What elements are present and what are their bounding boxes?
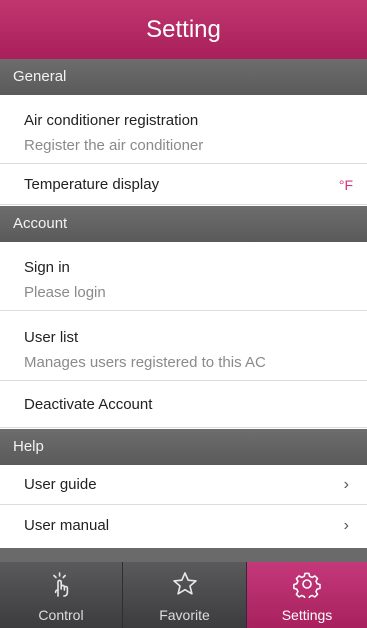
section-header-account: Account: [0, 206, 367, 242]
tab-settings[interactable]: Settings: [247, 562, 367, 628]
user-manual-title: User manual: [24, 517, 110, 534]
tab-settings-label: Settings: [281, 607, 333, 623]
list-bottom-divider: [0, 548, 367, 562]
temperature-unit-value: °F: [338, 177, 353, 193]
tab-control[interactable]: Control: [0, 562, 123, 628]
hand-tap-icon: [53, 572, 69, 597]
page-title: Setting: [146, 16, 221, 43]
tab-favorite-label: Favorite: [159, 607, 210, 623]
user-guide-row[interactable]: User guide ›: [0, 465, 367, 505]
ac-registration-title: Air conditioner registration: [24, 112, 199, 129]
deactivate-account-title: Deactivate Account: [24, 396, 153, 413]
section-header-general: General: [0, 59, 367, 95]
user-list-title: User list: [24, 329, 79, 346]
user-list-row[interactable]: User list Manages users registered to th…: [0, 312, 367, 381]
star-icon: [172, 572, 197, 595]
user-manual-row[interactable]: User manual ›: [0, 506, 367, 548]
sign-in-row[interactable]: Sign in Please login: [0, 242, 367, 311]
bottom-tab-bar: Control Favorite Settings: [0, 562, 367, 628]
temperature-display-title: Temperature display: [24, 176, 160, 193]
section-header-help: Help: [0, 429, 367, 465]
tab-favorite[interactable]: Favorite: [123, 562, 247, 628]
ac-registration-subtitle: Register the air conditioner: [24, 137, 204, 154]
temperature-display-row[interactable]: Temperature display °F: [0, 165, 367, 205]
sign-in-subtitle: Please login: [24, 284, 106, 301]
user-list-subtitle: Manages users registered to this AC: [24, 354, 266, 371]
tab-control-label: Control: [38, 607, 84, 623]
ac-registration-row[interactable]: Air conditioner registration Register th…: [0, 95, 367, 164]
chevron-right-icon: ›: [343, 476, 349, 493]
app-header: Setting: [0, 0, 367, 59]
chevron-right-icon: ›: [343, 517, 349, 534]
user-guide-title: User guide: [24, 476, 97, 493]
gear-icon: [293, 572, 321, 598]
deactivate-account-row[interactable]: Deactivate Account: [0, 382, 367, 428]
sign-in-title: Sign in: [24, 259, 70, 276]
